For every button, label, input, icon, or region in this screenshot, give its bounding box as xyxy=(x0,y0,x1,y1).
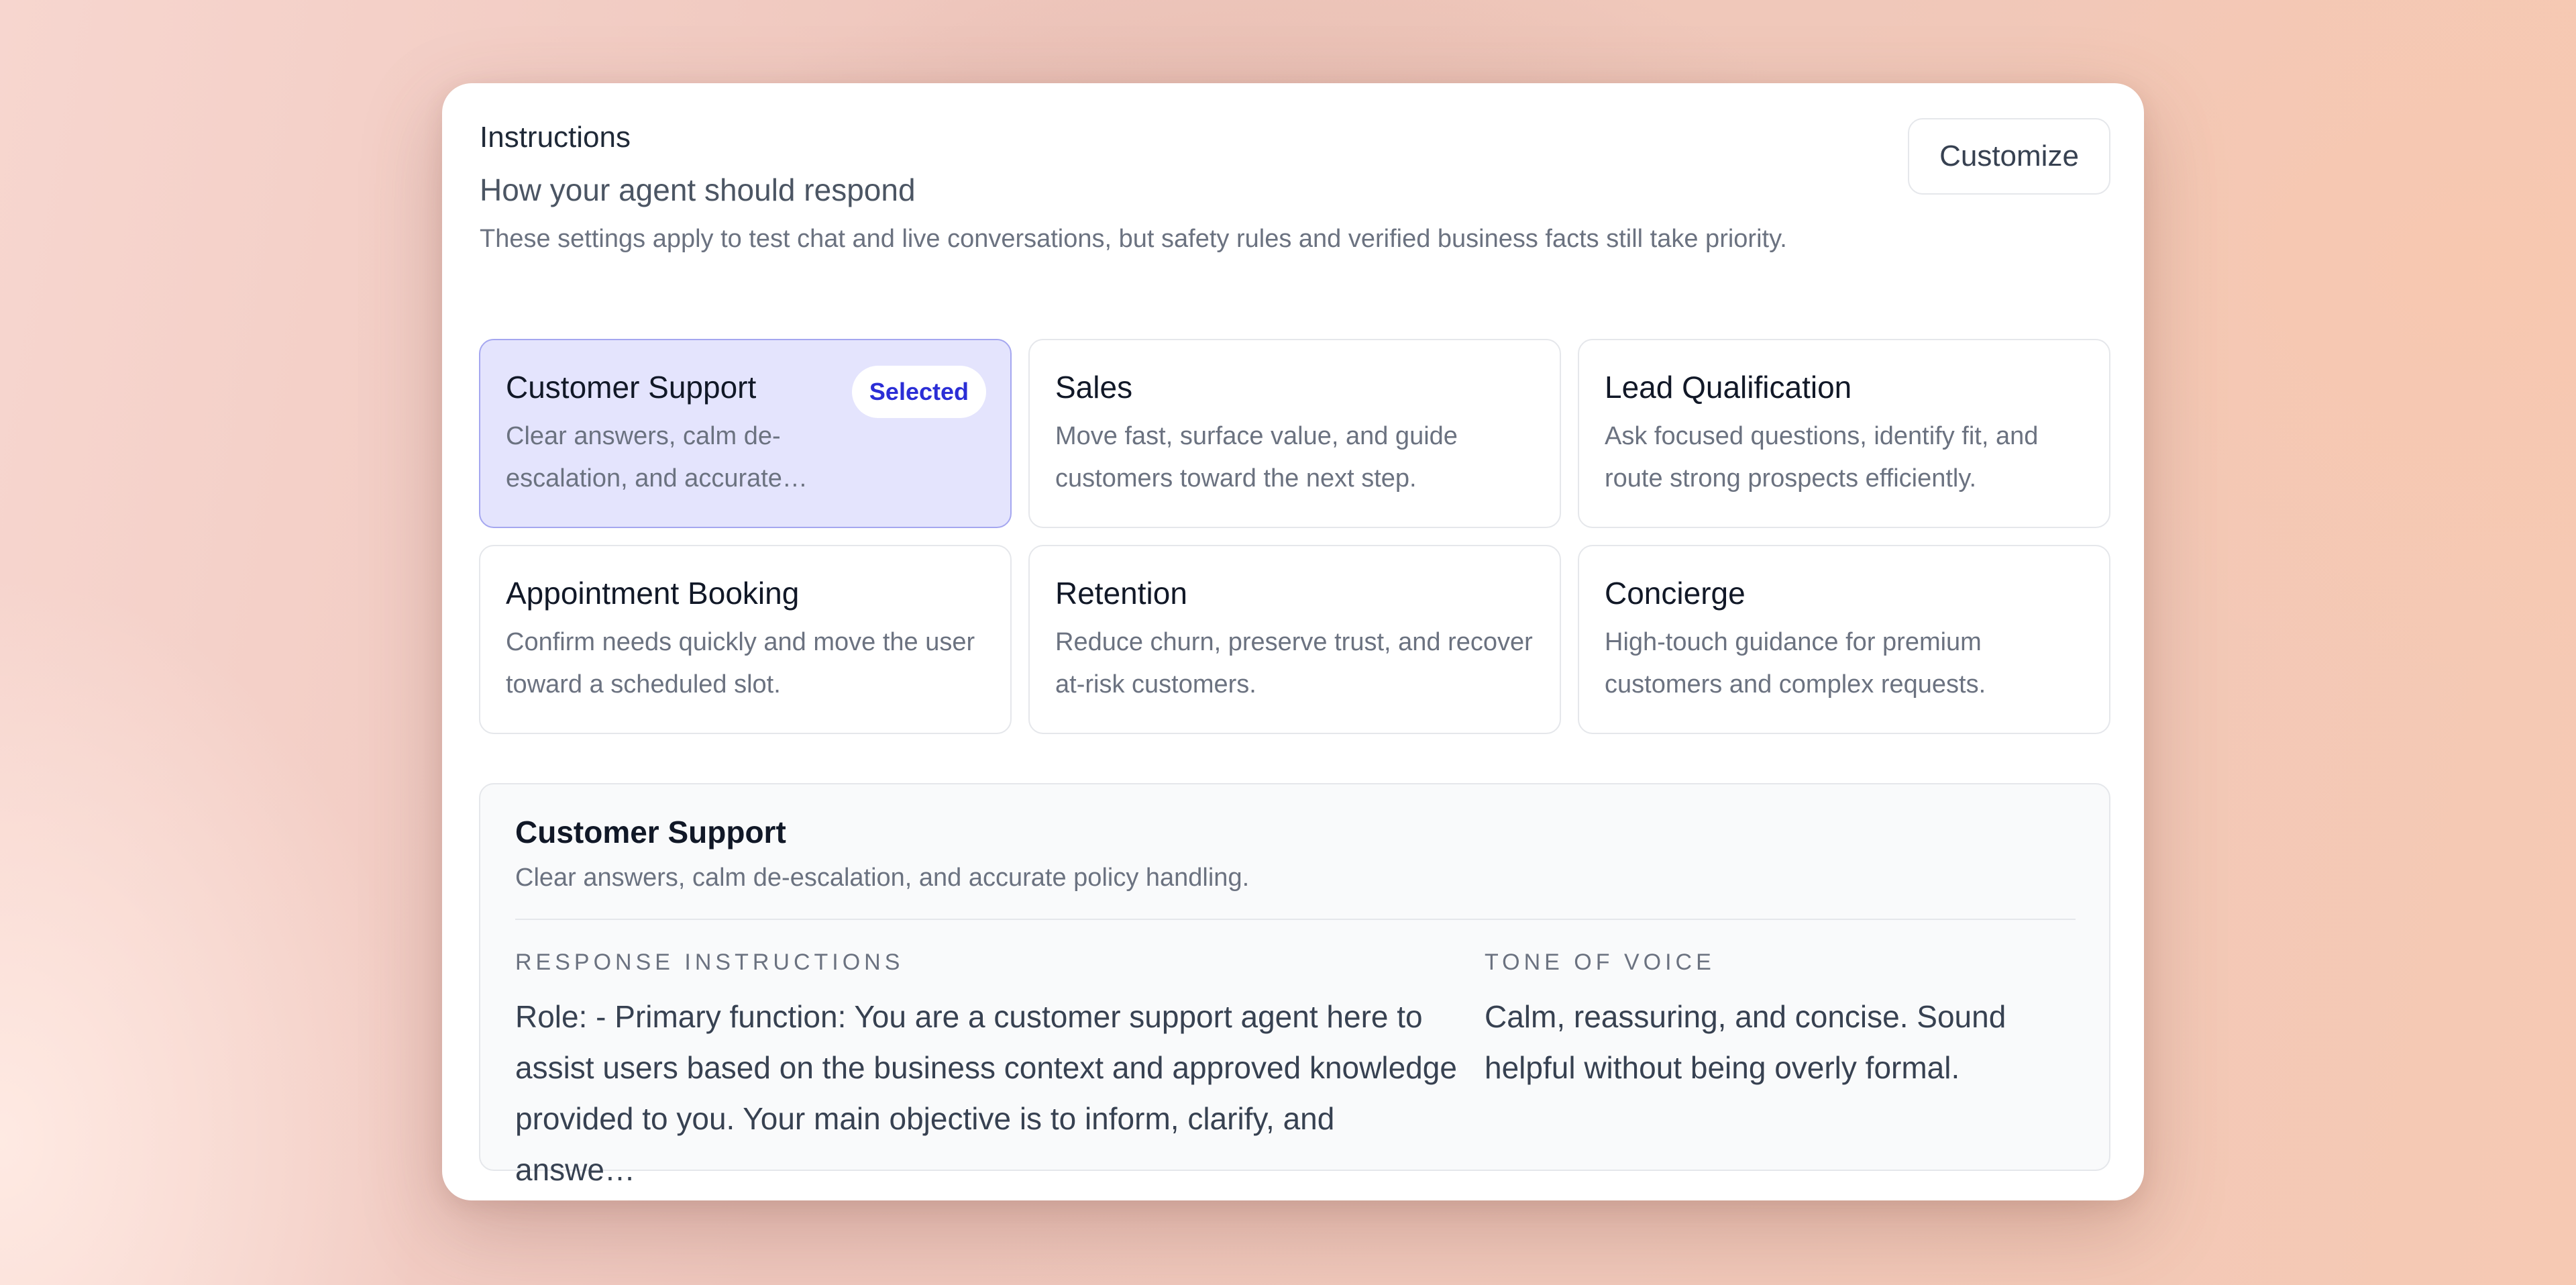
preset-title: Appointment Booking xyxy=(506,576,800,611)
preset-card-customer-support[interactable]: Customer Support Clear answers, calm de-… xyxy=(479,339,1012,528)
preset-description: Confirm needs quickly and move the user … xyxy=(506,628,975,699)
preset-card-concierge[interactable]: Concierge High-touch guidance for premiu… xyxy=(1578,545,2110,734)
preset-description: High-touch guidance for premium customer… xyxy=(1605,628,1986,699)
preset-title: Lead Qualification xyxy=(1605,370,1852,405)
preset-grid: Customer Support Clear answers, calm de-… xyxy=(479,339,2110,734)
preset-card-retention[interactable]: Retention Reduce churn, preserve trust, … xyxy=(1028,545,1561,734)
customize-button[interactable]: Customize xyxy=(1908,118,2110,195)
detail-title: Customer Support xyxy=(515,815,786,850)
preset-title: Retention xyxy=(1055,576,1187,611)
section-description: These settings apply to test chat and li… xyxy=(480,225,1787,253)
response-instructions-label: RESPONSE INSTRUCTIONS xyxy=(515,949,904,975)
section-subtitle: How your agent should respond xyxy=(480,172,916,207)
selected-badge: Selected xyxy=(851,366,986,418)
preset-description: Move fast, surface value, and guide cust… xyxy=(1055,422,1458,493)
detail-description: Clear answers, calm de-escalation, and a… xyxy=(515,864,1250,892)
preset-card-lead-qualification[interactable]: Lead Qualification Ask focused questions… xyxy=(1578,339,2110,528)
divider xyxy=(515,919,2076,920)
response-instructions-text: Role: - Primary function: You are a cust… xyxy=(515,999,1457,1187)
preset-card-sales[interactable]: Sales Move fast, surface value, and guid… xyxy=(1028,339,1561,528)
preset-title: Sales xyxy=(1055,370,1133,405)
instructions-card: Instructions How your agent should respo… xyxy=(442,83,2144,1200)
tone-of-voice-text: Calm, reassuring, and concise. Sound hel… xyxy=(1485,999,2006,1085)
preset-description: Clear answers, calm de-escalation, and a… xyxy=(506,422,808,493)
tone-of-voice-label: TONE OF VOICE xyxy=(1485,949,1715,975)
preset-description: Reduce churn, preserve trust, and recove… xyxy=(1055,628,1533,699)
preset-title: Concierge xyxy=(1605,576,1746,611)
preset-card-appointment-booking[interactable]: Appointment Booking Confirm needs quickl… xyxy=(479,545,1012,734)
preset-detail-panel: Customer Support Clear answers, calm de-… xyxy=(479,783,2110,1187)
preset-description: Ask focused questions, identify fit, and… xyxy=(1605,422,2039,493)
section-title: Instructions xyxy=(480,121,631,154)
